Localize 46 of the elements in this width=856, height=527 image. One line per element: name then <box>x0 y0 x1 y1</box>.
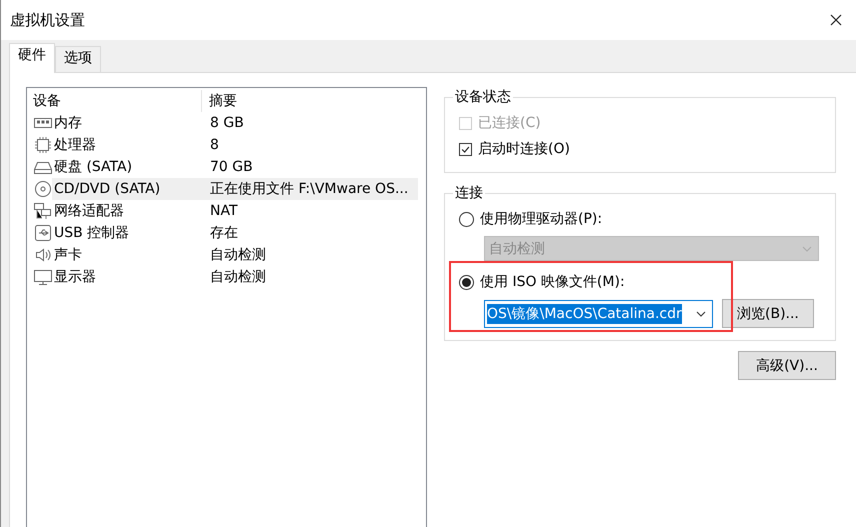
device-name: 网络适配器 <box>54 202 124 221</box>
close-icon[interactable] <box>830 14 842 26</box>
device-name: 硬盘 (SATA) <box>54 158 132 177</box>
radio-button[interactable] <box>459 274 474 290</box>
device-summary: 70 GB <box>210 158 254 177</box>
radio-label: 使用 ISO 映像文件(M): <box>480 273 625 291</box>
tab[interactable]: 硬件 <box>9 43 55 73</box>
advanced-button[interactable]: 高级(V)... <box>738 351 836 380</box>
group-title: 连接 <box>453 184 485 202</box>
monitor-icon <box>33 268 53 286</box>
disc-icon <box>33 180 53 198</box>
column-header[interactable]: 摘要 <box>202 90 426 112</box>
device-name: USB 控制器 <box>54 224 130 243</box>
device-row[interactable]: 处理器 8 <box>27 134 418 156</box>
device-summary: 自动检测 <box>210 246 267 265</box>
file-path-field[interactable]: OS\镜像\MacOS\Catalina.cdr <box>484 300 713 328</box>
checkbox-label: 启动时连接(O) <box>478 140 570 158</box>
device-row[interactable]: 内存 8 GB <box>27 112 418 134</box>
network-icon <box>33 202 53 220</box>
window-title: 虚拟机设置 <box>10 10 85 30</box>
column-header[interactable]: 设备 <box>27 90 202 112</box>
speaker-icon <box>33 246 53 264</box>
device-row[interactable]: 网络适配器 NAT <box>27 200 418 222</box>
device-name: 声卡 <box>54 246 82 265</box>
device-summary: 8 GB <box>210 114 245 133</box>
radio-label: 使用物理驱动器(P): <box>480 210 602 228</box>
device-row[interactable]: 声卡 自动检测 <box>27 244 418 266</box>
device-name: 处理器 <box>54 136 96 155</box>
device-row[interactable]: USB 控制器 存在 <box>27 222 418 244</box>
device-row[interactable]: 显示器 自动检测 <box>27 266 418 288</box>
radio-button[interactable] <box>459 212 474 226</box>
device-name: 内存 <box>54 114 82 133</box>
browse-button[interactable]: 浏览(B)... <box>722 299 814 328</box>
usb-icon <box>33 224 53 242</box>
device-summary: 存在 <box>210 224 239 243</box>
device-name: 显示器 <box>54 268 96 287</box>
checkbox[interactable] <box>459 142 472 156</box>
chip-icon <box>33 136 53 154</box>
group-title: 设备状态 <box>453 88 513 106</box>
device-summary: 8 <box>210 136 220 155</box>
checkbox-label: 已连接(C) <box>478 114 541 132</box>
tab[interactable]: 选项 <box>55 46 101 72</box>
device-summary: 自动检测 <box>210 268 267 287</box>
caret-icon[interactable] <box>696 310 706 316</box>
device-summary: NAT <box>210 202 239 221</box>
device-row[interactable]: 硬盘 (SATA) 70 GB <box>27 156 418 178</box>
